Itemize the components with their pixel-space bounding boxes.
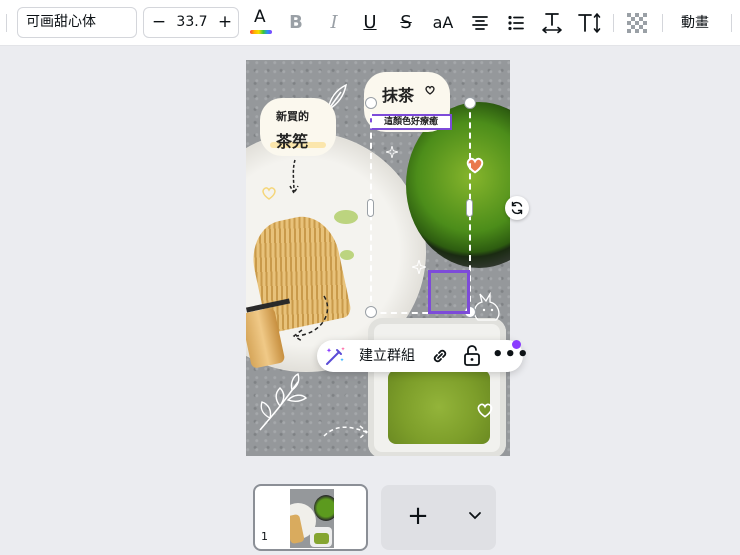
sparkle-doodle-icon [386,146,398,158]
letter-case-button[interactable]: aA [430,9,456,37]
sticker-matcha-tag[interactable]: 這顏色好療癒 [370,114,452,130]
text-color-icon: A [254,7,266,27]
heart-doodle-icon [262,187,276,200]
font-family-select[interactable]: 可画甜心体 [17,7,137,38]
add-page-plus: + [407,501,429,531]
page-thumbnail-preview [290,489,334,548]
line-height-button[interactable] [576,9,602,37]
letter-spacing-button[interactable] [540,9,564,37]
text-color-swatch [250,30,272,34]
heart-doodle-icon [425,85,435,95]
checkerboard-icon [627,13,647,33]
toolbar-divider [731,14,732,32]
align-center-icon [472,16,488,30]
font-size-increase-button[interactable]: + [216,8,234,37]
heart-doodle-icon [477,403,493,418]
font-size-stepper: − 33.7 + [143,7,239,38]
rotate-handle[interactable] [505,196,529,220]
bunny-doodle-icon [473,292,500,321]
matcha-splash [340,250,354,260]
font-size-decrease-button[interactable]: − [150,8,168,37]
magic-wand-icon [326,347,345,365]
toolbar-divider [6,14,7,32]
page-thumbnail-1[interactable]: 1 [253,484,368,551]
sticker-new-whisk-line1: 新買的 [276,110,309,123]
arrow-doodle-icon [323,425,369,439]
arrow-doodle-icon [292,295,329,342]
heart-doodle-icon [466,157,484,174]
letter-spacing-icon [542,13,562,34]
resize-handle-bottom-left[interactable] [365,306,377,318]
list-button[interactable] [505,9,527,37]
text-align-button[interactable] [469,9,491,37]
underline-button[interactable]: U [360,9,380,37]
leaf-branch-doodle-icon [259,373,308,431]
chevron-down-icon[interactable] [467,507,483,523]
create-group-button[interactable]: 建立群組 [359,340,415,372]
selected-element-outline[interactable] [428,270,470,314]
italic-button[interactable]: I [324,9,344,37]
strikethrough-button[interactable]: S [396,9,416,37]
line-height-icon [578,13,601,33]
arrow-doodle-icon [289,159,299,195]
toolbar-divider [613,14,614,32]
sparkle-doodle-icon [412,260,426,274]
link-icon [433,349,447,363]
bullet-list-icon [508,15,524,31]
font-size-input[interactable]: 33.7 [172,8,212,37]
add-page-button[interactable]: + [381,485,496,550]
page-number: 1 [261,530,268,543]
unlock-icon [464,345,480,366]
link-button[interactable] [429,345,451,367]
matcha-splash [334,210,358,224]
resize-handle-right[interactable] [466,199,473,217]
design-page[interactable]: 新買的 茶筅 抹茶 這顏色好療癒 [246,60,510,456]
notification-dot [512,340,521,349]
bold-button[interactable]: B [286,9,306,37]
resize-handle-top-left[interactable] [365,97,377,109]
text-toolbar: 可画甜心体 − 33.7 + A B I U S aA 動畫 [0,0,740,46]
resize-handle-left[interactable] [367,199,374,217]
lock-button[interactable] [462,344,482,368]
sticker-matcha-title: 抹茶 [382,86,415,105]
sticker-new-whisk-line2: 茶筅 [276,132,309,151]
element-context-menu: 建立群組 ••• [317,340,529,372]
transparency-button[interactable] [626,9,648,37]
toolbar-divider [662,14,663,32]
text-color-button[interactable]: A [249,7,273,37]
rotate-icon [511,201,523,215]
magic-edit-button[interactable] [323,344,347,368]
resize-handle-top-right[interactable] [464,97,476,109]
animate-button[interactable]: 動畫 [672,9,718,37]
